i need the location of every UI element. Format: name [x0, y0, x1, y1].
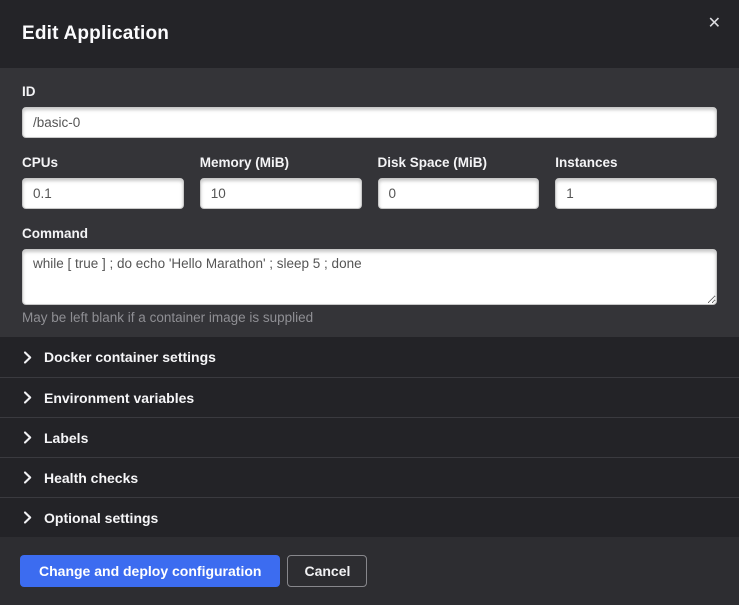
section-health-checks[interactable]: Health checks	[0, 457, 739, 497]
section-label: Optional settings	[44, 510, 158, 526]
modal-header: Edit Application ✕	[0, 0, 739, 68]
memory-label: Memory (MiB)	[200, 155, 362, 170]
chevron-right-icon	[22, 513, 32, 523]
collapsible-sections: Docker container settings Environment va…	[0, 337, 739, 537]
chevron-right-icon	[22, 473, 32, 483]
section-optional-settings[interactable]: Optional settings	[0, 497, 739, 537]
chevron-right-icon	[22, 393, 32, 403]
id-field-group: ID	[22, 84, 717, 138]
command-help-text: May be left blank if a container image i…	[22, 310, 717, 325]
instances-field-group: Instances	[555, 155, 717, 209]
section-labels[interactable]: Labels	[0, 417, 739, 457]
disk-label: Disk Space (MiB)	[378, 155, 540, 170]
modal-title: Edit Application	[22, 23, 169, 45]
id-label: ID	[22, 84, 717, 99]
modal-footer: Change and deploy configuration Cancel	[0, 537, 739, 605]
resources-row: CPUs Memory (MiB) Disk Space (MiB) Insta…	[22, 155, 717, 209]
command-label: Command	[22, 226, 717, 241]
disk-input[interactable]	[378, 178, 540, 209]
memory-input[interactable]	[200, 178, 362, 209]
section-environment-variables[interactable]: Environment variables	[0, 377, 739, 417]
application-form: ID CPUs Memory (MiB) Disk Space (MiB) In…	[0, 68, 739, 337]
disk-field-group: Disk Space (MiB)	[378, 155, 540, 209]
cpus-input[interactable]	[22, 178, 184, 209]
command-field-group: Command while [ true ] ; do echo 'Hello …	[22, 226, 717, 325]
section-label: Docker container settings	[44, 349, 216, 365]
section-label: Labels	[44, 430, 88, 446]
change-and-deploy-button[interactable]: Change and deploy configuration	[20, 555, 280, 587]
command-textarea[interactable]: while [ true ] ; do echo 'Hello Marathon…	[22, 249, 717, 305]
close-icon[interactable]: ✕	[708, 16, 721, 32]
memory-field-group: Memory (MiB)	[200, 155, 362, 209]
section-label: Environment variables	[44, 390, 194, 406]
instances-label: Instances	[555, 155, 717, 170]
id-input[interactable]	[22, 107, 717, 138]
section-docker-container-settings[interactable]: Docker container settings	[0, 337, 739, 377]
section-label: Health checks	[44, 470, 138, 486]
cpus-label: CPUs	[22, 155, 184, 170]
edit-application-modal: Edit Application ✕ ID CPUs Memory (MiB) …	[0, 0, 739, 599]
chevron-right-icon	[22, 433, 32, 443]
cpus-field-group: CPUs	[22, 155, 184, 209]
chevron-right-icon	[22, 352, 32, 362]
cancel-button[interactable]: Cancel	[287, 555, 367, 587]
instances-input[interactable]	[555, 178, 717, 209]
